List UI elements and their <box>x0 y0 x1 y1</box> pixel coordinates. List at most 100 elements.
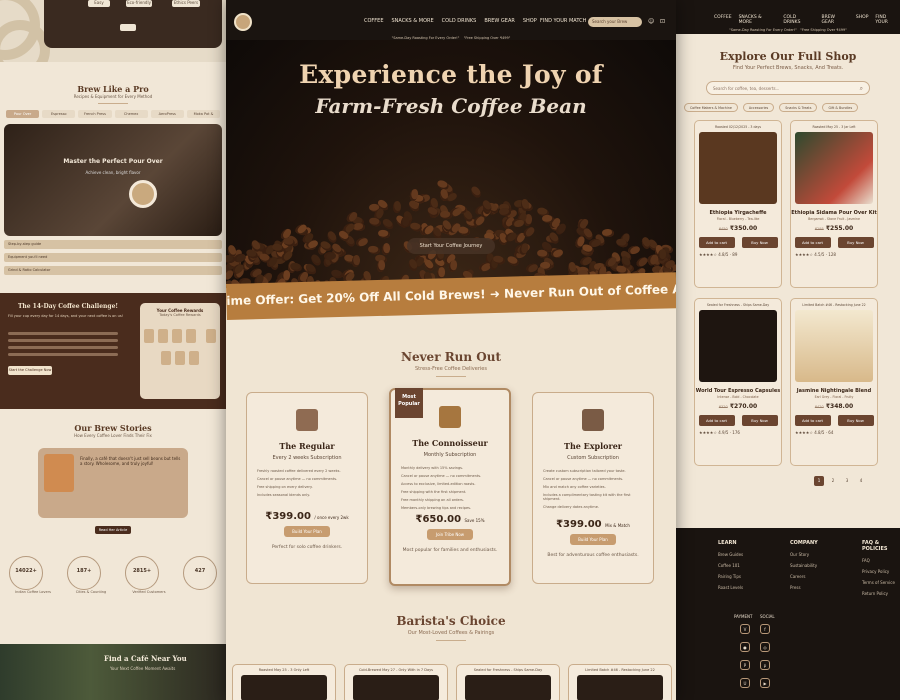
product-name: Jasmine Nightingale Blend <box>796 388 872 394</box>
product-desc: Bergamot - Stone Fruit - Jasmine <box>808 217 860 221</box>
nav-cold-drinks[interactable]: COLD DRINKS <box>442 18 477 24</box>
add-to-cart-button[interactable]: Add to cart <box>794 237 831 248</box>
nav-shop[interactable]: SHOP <box>523 18 537 24</box>
nav-shop[interactable]: SHOP <box>856 15 869 25</box>
product-image[interactable] <box>699 310 777 382</box>
barista-card[interactable]: Roasted May 25 - 3 Only Left <box>232 664 336 700</box>
footer-link[interactable]: Privacy Policy <box>862 569 900 574</box>
pinterest-icon[interactable]: p <box>760 660 770 670</box>
footer-link[interactable]: Careers <box>790 574 818 579</box>
join-tribe-button[interactable]: Join Tribe Now <box>427 529 473 540</box>
product-card[interactable]: Sealed for Freshness - Ships Same-Day Wo… <box>694 298 782 466</box>
product-image[interactable] <box>699 132 777 204</box>
footer-link[interactable]: Sustainability <box>790 563 818 568</box>
find-match-link[interactable]: FIND YOUR <box>875 15 900 25</box>
shop-search-input[interactable]: Search for coffee, tea, desserts... ⌕ <box>706 81 870 95</box>
plan-price: ₹399.00 / once every 2wk <box>247 511 367 522</box>
chip-snacks[interactable]: Snacks & Treats <box>779 103 818 112</box>
plan-feature: Includes a complimentary tasting kit wit… <box>543 493 631 501</box>
footer-link[interactable]: Return Policy <box>862 591 900 596</box>
cart-icon[interactable]: ⊡ <box>660 18 665 25</box>
story-quote: Finally, a café that doesn't just sell b… <box>80 456 181 466</box>
footer-link[interactable]: Pairing Tips <box>718 574 743 579</box>
product-old-price: ₹450 <box>718 227 728 231</box>
footer-link[interactable]: Coffee 101 <box>718 563 743 568</box>
accordion-item[interactable]: Grind & Ratio Calculator <box>4 266 222 275</box>
product-card[interactable]: Roasted May 25 - 3 Jar Left Ethiopia Sid… <box>790 120 878 288</box>
chip-accessories[interactable]: Accessories <box>742 103 775 112</box>
plan-feature: Freshly roasted coffee delivered every 2… <box>257 469 341 473</box>
product-image[interactable] <box>795 132 873 204</box>
start-journey-button[interactable]: Start Your Coffee Journey <box>407 238 495 254</box>
start-challenge-button[interactable]: Start the Challenge Now <box>8 366 52 375</box>
brand-logo[interactable] <box>234 13 252 31</box>
add-to-cart-button[interactable]: Add to cart <box>794 415 831 426</box>
page-2[interactable]: 2 <box>828 476 838 486</box>
buy-now-button[interactable]: Buy Now <box>837 237 874 248</box>
tab-pour-over[interactable]: Pour Over <box>6 110 40 118</box>
barista-card[interactable]: Cold-Brewed May 27 - Only With in 7 Days <box>344 664 448 700</box>
footer-link[interactable]: FAQ <box>862 558 900 563</box>
product-card[interactable]: Limited Batch #46 - Restocking June 22 J… <box>790 298 878 466</box>
barista-card[interactable]: Sealed for Freshness - Ships Same-Day <box>456 664 560 700</box>
add-to-cart-button[interactable]: Add to cart <box>698 415 735 426</box>
left-top-section: Easy Eco-friendly Ethics Peers <box>0 0 226 62</box>
tab-espresso[interactable]: Espresso <box>42 110 76 118</box>
tab-moka-pot[interactable]: Moka Pot & <box>186 110 221 118</box>
search-input[interactable]: Search your Brew <box>588 17 642 27</box>
ticker: "Same-Day Roasting For Every Order!" "Fr… <box>676 28 900 32</box>
challenge-rule <box>8 353 118 356</box>
page-4[interactable]: 4 <box>856 476 866 486</box>
find-match-link[interactable]: FIND YOUR MATCH <box>540 18 586 24</box>
brew-video[interactable]: Master the Perfect Pour Over Achieve cle… <box>4 124 222 236</box>
buy-now-button[interactable]: Buy Now <box>837 415 874 426</box>
footer-link[interactable]: Terms of Service <box>862 580 900 585</box>
page-3[interactable]: 3 <box>842 476 852 486</box>
tab-aeropress[interactable]: AeroPress <box>150 110 184 118</box>
search-icon[interactable]: ⌕ <box>860 82 863 95</box>
nav-cold-drinks[interactable]: COLD DRINKS <box>783 15 814 25</box>
nav-snacks[interactable]: SNACKS & MORE <box>739 15 777 25</box>
plan-feature: Cancel or pause anytime — no commitments… <box>257 477 338 481</box>
tab-chemex[interactable]: Chemex <box>114 110 148 118</box>
footer-link[interactable]: Brew Guides <box>718 552 743 557</box>
nav-brew-gear[interactable]: BREW GEAR <box>822 15 849 25</box>
buy-now-button[interactable]: Buy Now <box>741 415 778 426</box>
product-ship-note: Limited Batch #46 - Restocking June 22 <box>802 303 866 307</box>
nav-snacks[interactable]: SNACKS & MORE <box>392 18 434 24</box>
product-name: Ethiopia Yirgacheffe <box>709 210 767 216</box>
product-card[interactable]: Roasted 02/12/2025 - 3 days Ethiopia Yir… <box>694 120 782 288</box>
product-name: World Tour Espresso Capsules <box>695 388 781 394</box>
accordion-item[interactable]: Step-by-step guide <box>4 240 222 249</box>
product-image[interactable] <box>795 310 873 382</box>
chip-gifts[interactable]: Gift & Bundles <box>822 103 859 112</box>
barista-card[interactable]: Limited Batch #46 - Restocking June 22 <box>568 664 672 700</box>
nav-coffee[interactable]: COFFEE <box>714 15 732 25</box>
nav-coffee[interactable]: COFFEE <box>364 18 384 24</box>
footer-link[interactable]: Roast Levels <box>718 585 743 590</box>
product-desc: Floral - Blueberry - Tea-like <box>716 217 760 221</box>
small-button[interactable] <box>120 24 136 31</box>
play-icon[interactable] <box>129 180 157 208</box>
user-icon[interactable]: ☺ <box>648 18 654 25</box>
youtube-icon[interactable]: ▶ <box>760 678 770 688</box>
cafe-finder-banner: Find a Café Near You Your Next Coffee Mo… <box>0 644 226 700</box>
page-1[interactable]: 1 <box>814 476 824 486</box>
footer-link[interactable]: Our Story <box>790 552 818 557</box>
video-caption: Master the Perfect Pour Over <box>63 158 163 165</box>
product-old-price: ₹320 <box>718 405 728 409</box>
accordion-item[interactable]: Equipment you'll need <box>4 253 222 262</box>
footer-link[interactable]: Press <box>790 585 818 590</box>
chip-coffee-makers[interactable]: Coffee Makers & Machine <box>684 103 738 112</box>
buy-now-button[interactable]: Buy Now <box>741 237 778 248</box>
build-plan-button[interactable]: Build Your Plan <box>570 534 616 545</box>
upi-icon: U <box>740 678 750 688</box>
build-plan-button[interactable]: Build Your Plan <box>284 526 330 537</box>
facebook-icon[interactable]: f <box>760 624 770 634</box>
add-to-cart-button[interactable]: Add to cart <box>698 237 735 248</box>
tab-french-press[interactable]: French Press <box>78 110 112 118</box>
instagram-icon[interactable]: ◎ <box>760 642 770 652</box>
read-article-button[interactable]: Read Her Article <box>95 526 131 534</box>
nav-brew-gear[interactable]: BREW GEAR <box>484 18 515 24</box>
plan-name: The Explorer <box>564 441 622 451</box>
